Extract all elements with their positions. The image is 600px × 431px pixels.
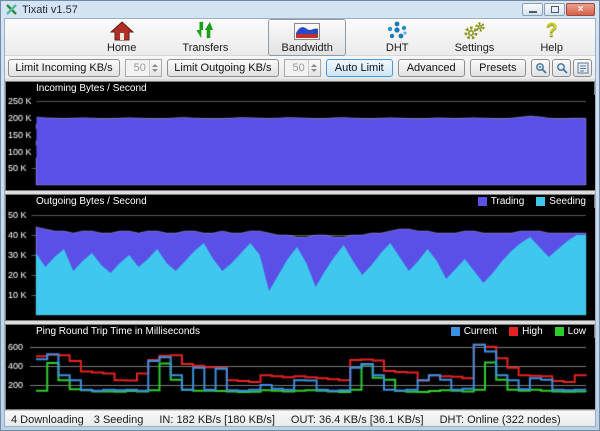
tab-label: DHT [386, 42, 409, 54]
incoming-chart-canvas [6, 95, 596, 190]
tab-dht[interactable]: DHT [380, 20, 415, 55]
list-icon [577, 62, 589, 74]
status-dht: DHT: Online (322 nodes) [440, 414, 561, 426]
tab-label: Home [107, 42, 136, 54]
status-outgoing: OUT: 36.4 KB/s [36.1 KB/s] [291, 414, 424, 426]
current-swatch [451, 327, 460, 336]
ping-chart-header: Ping Round Trip Time in Milliseconds Cur… [6, 325, 594, 338]
magnifier-icon [535, 62, 547, 74]
spinner-arrows[interactable] [149, 60, 161, 76]
outgoing-chart-canvas [6, 208, 596, 320]
spinner-up-icon [311, 64, 317, 67]
ping-chart-panel: Ping Round Trip Time in Milliseconds Cur… [5, 324, 595, 410]
outgoing-legend: Trading Seeding [478, 196, 594, 207]
app-body: Home Transfers [4, 18, 596, 427]
window-controls: × [522, 3, 595, 16]
ping-legend: Current High Low [451, 326, 594, 337]
ping-chart-title: Ping Round Trip Time in Milliseconds [36, 326, 200, 337]
legend-item-seeding: Seeding [536, 196, 586, 207]
limit-incoming-value: 50 [126, 60, 149, 76]
trading-swatch [478, 197, 487, 206]
high-swatch [509, 327, 518, 336]
magnifier-button-2[interactable] [552, 59, 571, 77]
limit-incoming-spinner[interactable]: 50 [125, 59, 162, 77]
spinner-up-icon [152, 64, 158, 67]
incoming-chart-panel: Incoming Bytes / Second [5, 81, 595, 191]
log-list-button[interactable] [573, 59, 592, 77]
minimize-icon [529, 11, 537, 13]
spinner-arrows[interactable] [308, 60, 320, 76]
ping-chart-canvas [6, 338, 596, 409]
titlebar[interactable]: Tixati v1.57 × [4, 1, 596, 18]
limit-outgoing-value: 50 [285, 60, 308, 76]
status-bar: 4 Downloading 3 Seeding IN: 182 KB/s [18… [5, 410, 595, 427]
tab-transfers[interactable]: Transfers [176, 20, 234, 55]
limit-outgoing-button[interactable]: Limit Outgoing KB/s [167, 59, 279, 77]
close-button[interactable]: × [566, 3, 595, 16]
transfers-icon [195, 21, 215, 42]
tab-help[interactable]: ? Help [534, 20, 569, 55]
maximize-button[interactable] [544, 3, 565, 16]
home-icon [110, 21, 134, 42]
legend-label: Low [568, 326, 586, 337]
maximize-icon [551, 6, 559, 13]
charts-area: Incoming Bytes / Second Outgoing Bytes /… [5, 79, 595, 410]
auto-limit-button[interactable]: Auto Limit [326, 59, 393, 77]
low-swatch [555, 327, 564, 336]
tab-label: Transfers [182, 42, 228, 54]
tab-label: Settings [455, 42, 495, 54]
advanced-button[interactable]: Advanced [398, 59, 465, 77]
dht-icon [386, 21, 408, 42]
incoming-chart-header: Incoming Bytes / Second [6, 82, 594, 95]
limit-outgoing-spinner[interactable]: 50 [284, 59, 321, 77]
outgoing-chart-header: Outgoing Bytes / Second Trading Seeding [6, 195, 594, 208]
legend-item-high: High [509, 326, 543, 337]
spinner-down-icon [311, 69, 317, 72]
tab-home[interactable]: Home [101, 20, 142, 55]
tab-label: Help [540, 42, 563, 54]
legend-label: Trading [491, 196, 525, 207]
legend-item-trading: Trading [478, 196, 525, 207]
close-icon: × [578, 5, 584, 15]
outgoing-chart-panel: Outgoing Bytes / Second Trading Seeding [5, 194, 595, 321]
limit-incoming-button[interactable]: Limit Incoming KB/s [8, 59, 120, 77]
legend-label: High [522, 326, 543, 337]
right-icon-buttons [531, 59, 592, 77]
spinner-down-icon [152, 69, 158, 72]
legend-label: Current [464, 326, 497, 337]
magnifier-button-1[interactable] [531, 59, 550, 77]
bandwidth-icon [294, 21, 320, 42]
tab-label: Bandwidth [281, 42, 332, 54]
tixati-window: Tixati v1.57 × Home [0, 0, 600, 431]
outgoing-chart-title: Outgoing Bytes / Second [36, 196, 147, 207]
legend-item-low: Low [555, 326, 586, 337]
settings-icon [461, 21, 487, 42]
incoming-chart-title: Incoming Bytes / Second [36, 83, 147, 94]
legend-label: Seeding [549, 196, 586, 207]
main-toolbar: Home Transfers [5, 19, 595, 56]
tab-bandwidth[interactable]: Bandwidth [268, 19, 345, 56]
bandwidth-controls-row: Limit Incoming KB/s 50 Limit Outgoing KB… [5, 56, 595, 79]
status-seeding: 3 Seeding [94, 414, 144, 426]
tixati-logo-icon [5, 3, 18, 16]
presets-button[interactable]: Presets [470, 59, 526, 77]
tab-settings[interactable]: Settings [449, 20, 501, 55]
magnifier-icon [556, 62, 568, 74]
minimize-button[interactable] [522, 3, 543, 16]
legend-item-current: Current [451, 326, 497, 337]
status-downloading: 4 Downloading [11, 414, 84, 426]
status-incoming: IN: 182 KB/s [180 KB/s] [159, 414, 275, 426]
seeding-swatch [536, 197, 545, 206]
help-icon: ? [546, 21, 558, 42]
window-title: Tixati v1.57 [22, 4, 78, 16]
